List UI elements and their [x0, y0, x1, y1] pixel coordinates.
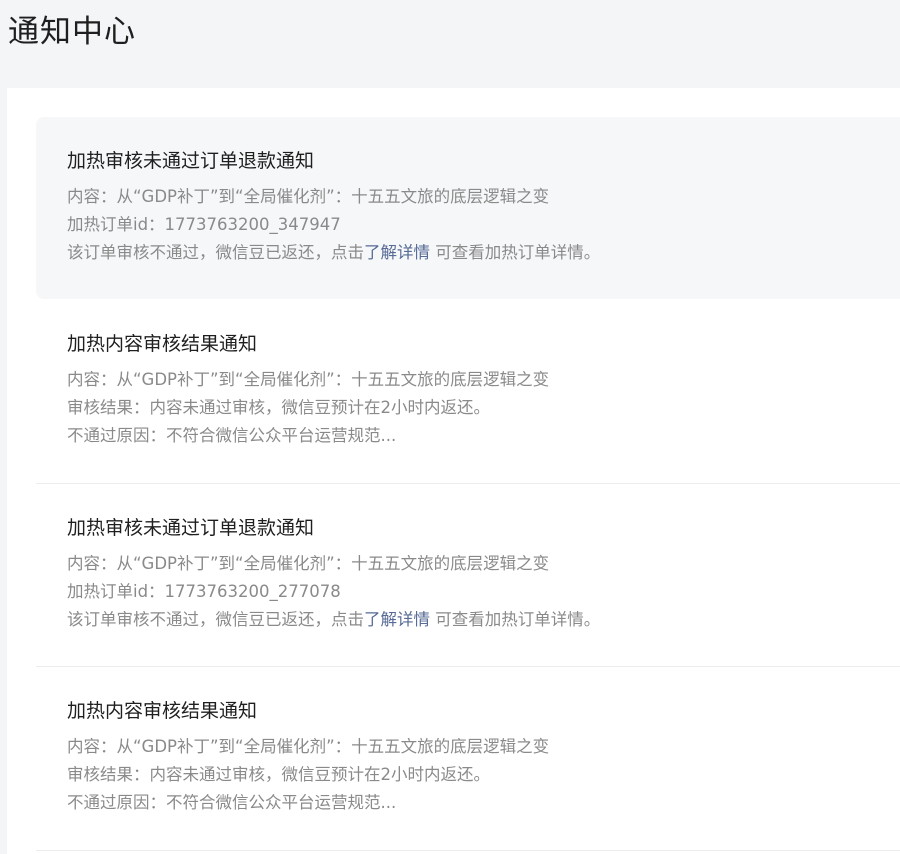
rejection-reason: 不通过原因：不符合微信公众平台运营规范... [67, 793, 397, 812]
notification-content: 内容：从“GDP补丁”到“全局催化剂”：十五五文旅的底层逻辑之变 [67, 554, 550, 573]
notification-title: 加热审核未通过订单退款通知 [67, 150, 315, 172]
refund-message: 该订单审核不通过，微信豆已返还，点击了解详情 可查看加热订单详情。 [67, 239, 900, 267]
refund-message: 该订单审核不通过，微信豆已返还，点击了解详情 可查看加热订单详情。 [67, 606, 900, 634]
order-id: 加热订单id：1773763200_277078 [67, 582, 341, 601]
notification-list: 加热审核未通过订单退款通知 内容：从“GDP补丁”到“全局催化剂”：十五五文旅的… [7, 88, 900, 854]
order-id: 加热订单id：1773763200_347947 [67, 215, 341, 234]
notification-title: 加热内容审核结果通知 [67, 333, 258, 355]
notification-content: 内容：从“GDP补丁”到“全局催化剂”：十五五文旅的底层逻辑之变 [67, 187, 550, 206]
notification-title: 加热审核未通过订单退款通知 [67, 517, 315, 539]
review-result: 审核结果：内容未通过审核，微信豆预计在2小时内返还。 [67, 398, 490, 417]
refund-message-text: 该订单审核不通过，微信豆已返还，点击 [67, 610, 364, 629]
refund-message-suffix: 可查看加热订单详情。 [430, 243, 601, 262]
notification-item[interactable]: 加热内容审核结果通知 内容：从“GDP补丁”到“全局催化剂”：十五五文旅的底层逻… [36, 667, 900, 851]
review-result: 审核结果：内容未通过审核，微信豆预计在2小时内返还。 [67, 765, 490, 784]
rejection-reason: 不通过原因：不符合微信公众平台运营规范... [67, 426, 397, 445]
view-details-link[interactable]: 了解详情 [364, 610, 430, 629]
notification-item[interactable]: 加热内容审核结果通知 内容：从“GDP补丁”到“全局催化剂”：十五五文旅的底层逻… [36, 300, 900, 484]
notification-content: 内容：从“GDP补丁”到“全局催化剂”：十五五文旅的底层逻辑之变 [67, 370, 550, 389]
notification-content: 内容：从“GDP补丁”到“全局催化剂”：十五五文旅的底层逻辑之变 [67, 737, 550, 756]
page-title: 通知中心 [8, 14, 136, 50]
refund-message-suffix: 可查看加热订单详情。 [430, 610, 601, 629]
view-details-link[interactable]: 了解详情 [364, 243, 430, 262]
refund-message-text: 该订单审核不通过，微信豆已返还，点击 [67, 243, 364, 262]
notification-item[interactable]: 加热审核未通过订单退款通知 内容：从“GDP补丁”到“全局催化剂”：十五五文旅的… [36, 117, 900, 299]
notification-item[interactable]: 加热审核未通过订单退款通知 内容：从“GDP补丁”到“全局催化剂”：十五五文旅的… [36, 484, 900, 667]
notification-title: 加热内容审核结果通知 [67, 700, 258, 722]
